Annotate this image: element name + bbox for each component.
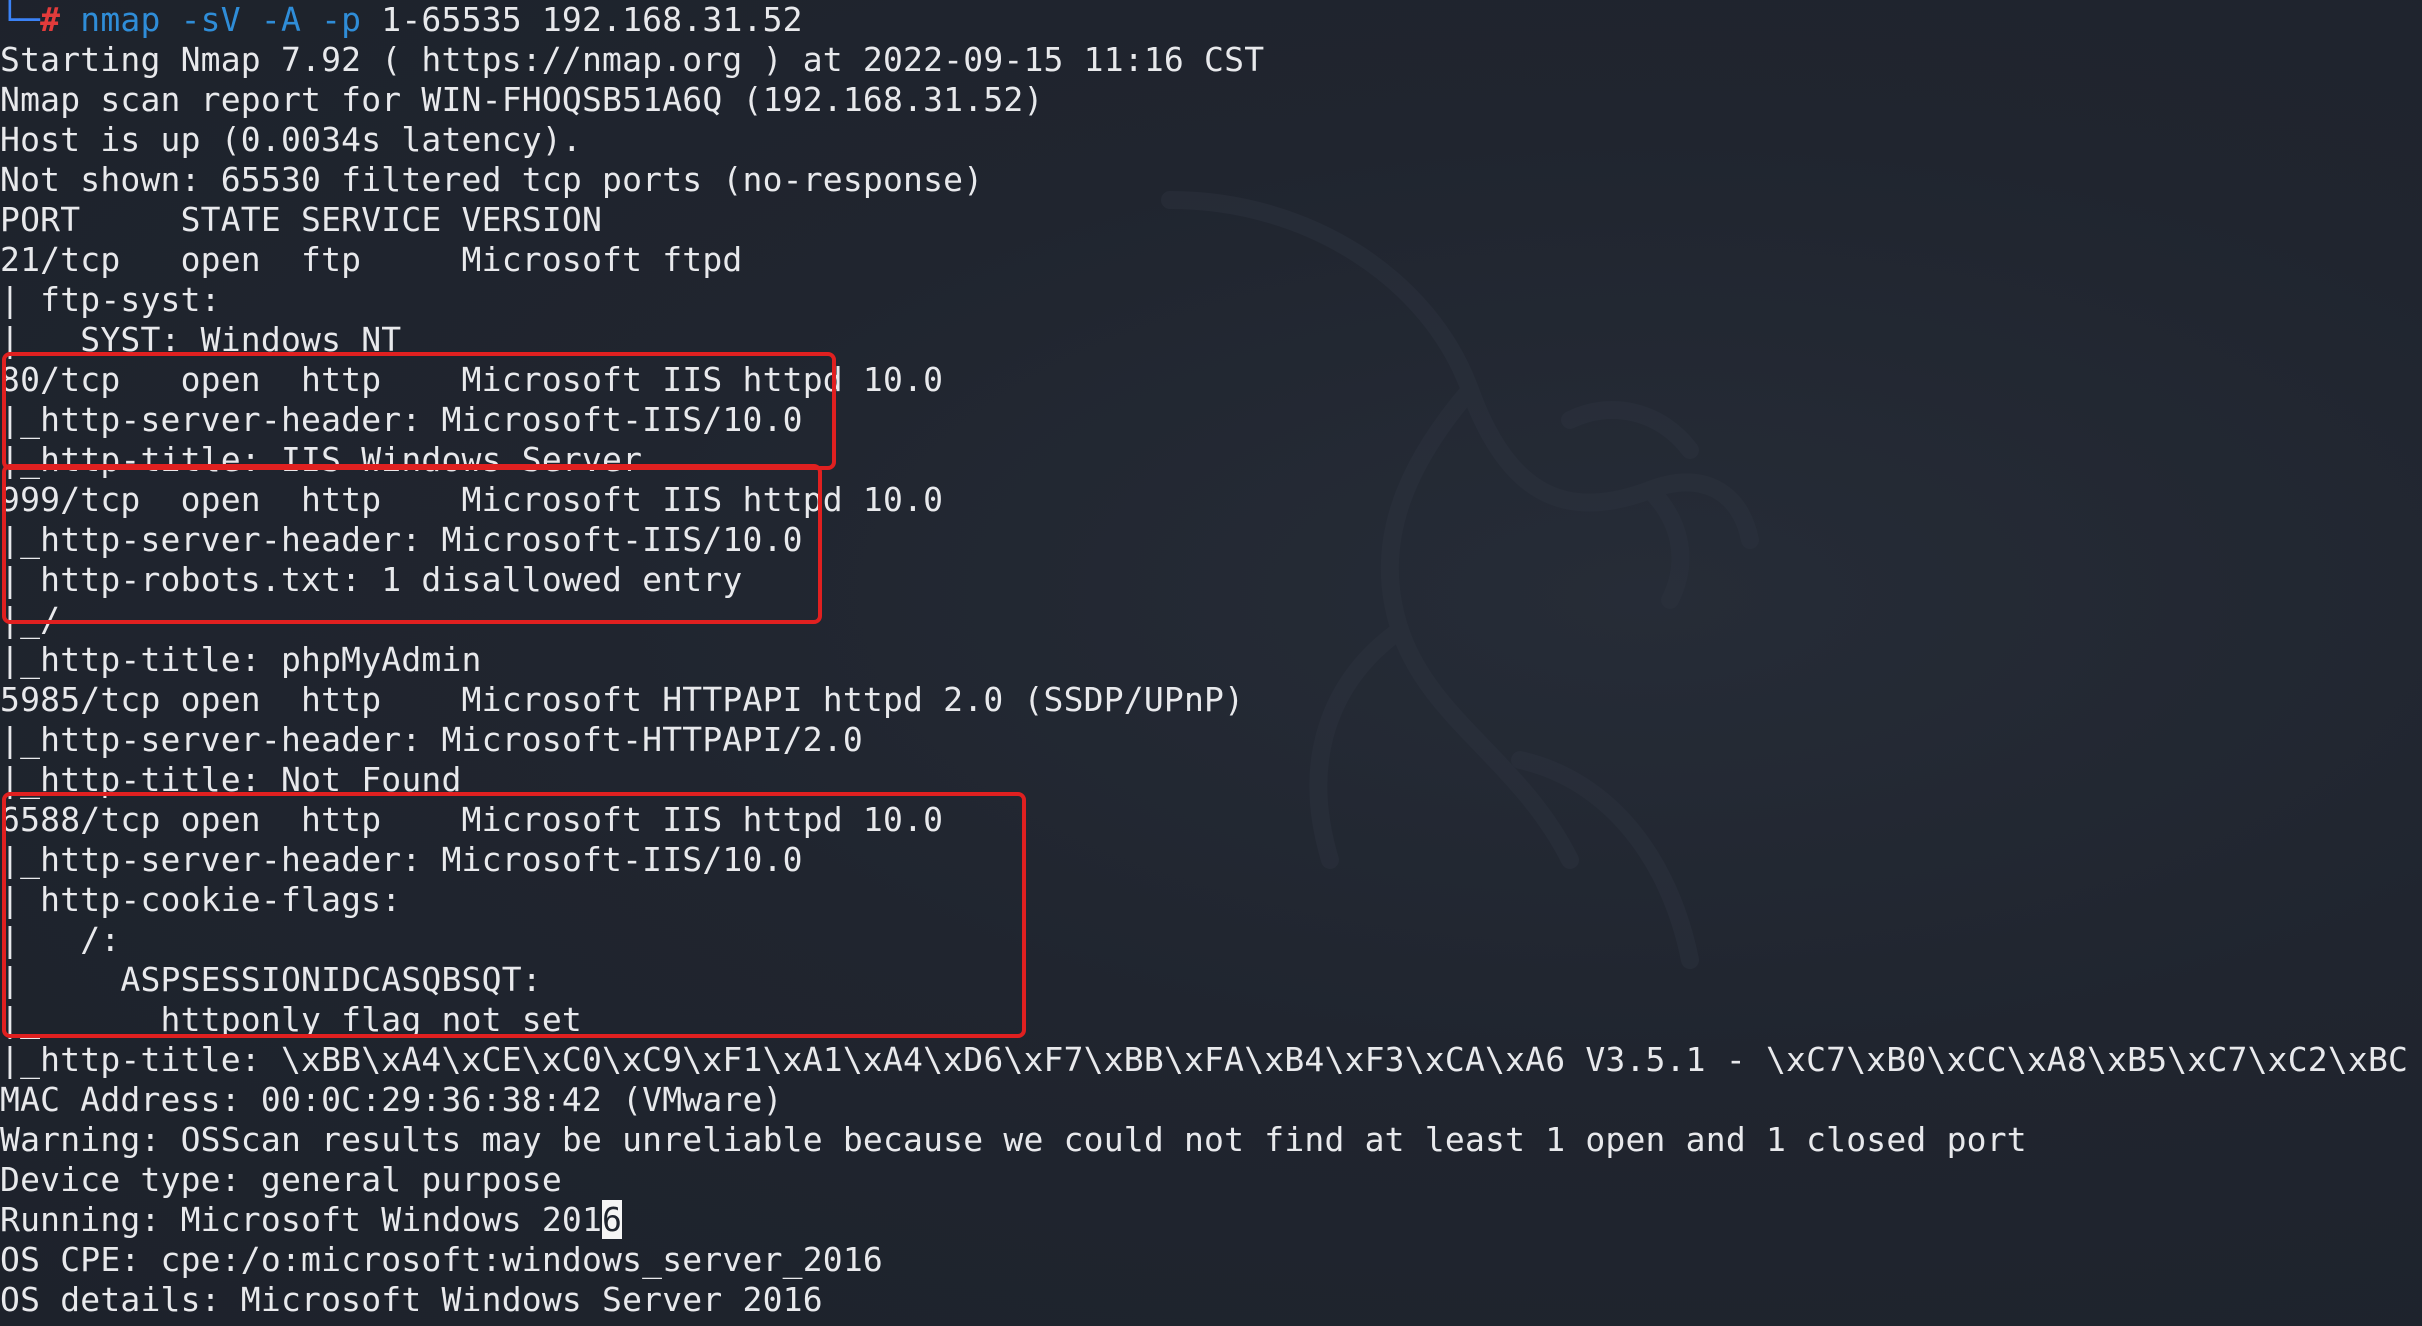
output-line-not-shown: Not shown: 65530 filtered tcp ports (no-… — [0, 160, 984, 199]
output-line-device-type: Device type: general purpose — [0, 1160, 562, 1199]
output-line-running: Running: Microsoft Windows 2016 — [0, 1200, 623, 1240]
output-line-os-cpe: OS CPE: cpe:/o:microsoft:windows_server_… — [0, 1240, 883, 1279]
command-prompt-line: └─# nmap -sV -A -p 1-65535 192.168.31.52 — [0, 0, 803, 40]
output-line-mac-address: MAC Address: 00:0C:29:36:38:42 (VMware) — [0, 1080, 783, 1119]
output-line-warning: Warning: OSScan results may be unreliabl… — [0, 1120, 2027, 1159]
output-line-port-header: PORT STATE SERVICE VERSION — [0, 200, 603, 239]
command-args: 1-65535 192.168.31.52 — [361, 0, 803, 39]
running-text: Running: Microsoft Windows 201 — [0, 1200, 603, 1239]
highlight-box-port-80 — [2, 352, 836, 470]
output-line-6588-title: |_http-title: \xBB\xA4\xCE\xC0\xC9\xF1\x… — [0, 1040, 2409, 1079]
highlight-box-port-6588 — [2, 792, 1026, 1038]
text-cursor: 6 — [602, 1200, 623, 1239]
output-line-5985-server-header: |_http-server-header: Microsoft-HTTPAPI/… — [0, 720, 863, 759]
kali-dragon-icon — [1161, 191, 1759, 969]
terminal-window[interactable]: └─# nmap -sV -A -p 1-65535 192.168.31.52… — [0, 0, 2422, 1326]
highlight-box-port-999 — [2, 464, 822, 624]
output-line-ftp-syst: | ftp-syst: — [0, 280, 221, 319]
output-line-port-5985: 5985/tcp open http Microsoft HTTPAPI htt… — [0, 680, 1245, 719]
command-text: nmap -sV -A -p — [80, 0, 362, 39]
prompt-hash: # — [40, 0, 81, 39]
output-line-os-details: OS details: Microsoft Windows Server 201… — [0, 1280, 823, 1319]
output-line-starting: Starting Nmap 7.92 ( https://nmap.org ) … — [0, 40, 1265, 79]
output-line-port-21: 21/tcp open ftp Microsoft ftpd — [0, 240, 743, 279]
output-line-scan-report: Nmap scan report for WIN-FHOQSB51A6Q (19… — [0, 80, 1044, 119]
prompt-corner: └─ — [0, 0, 41, 39]
output-line-999-title: |_http-title: phpMyAdmin — [0, 640, 482, 679]
output-line-host-up: Host is up (0.0034s latency). — [0, 120, 582, 159]
